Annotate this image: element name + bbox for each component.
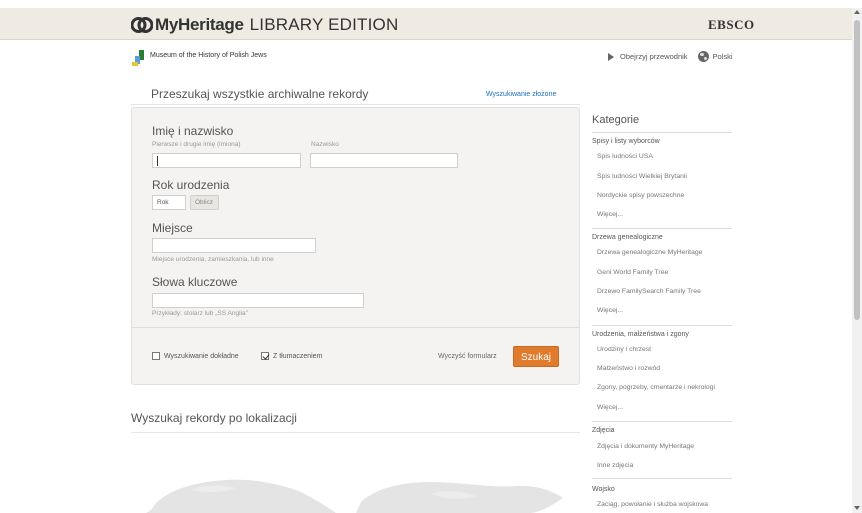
category-more-link[interactable]: Więcej... [597, 307, 623, 314]
museum-name: Museum of the History of Polish Jews [150, 52, 267, 59]
place-input[interactable] [152, 238, 316, 253]
advanced-search-link[interactable]: Wyszukiwanie złożone [486, 91, 556, 98]
location-divider [131, 432, 580, 433]
sidebar-divider [592, 325, 732, 326]
category-more-link[interactable]: Więcej... [597, 211, 623, 218]
text-caret [157, 156, 158, 166]
category-heading[interactable]: Wojsko [592, 486, 615, 493]
birth-year-input[interactable]: Rok [152, 195, 186, 210]
category-link[interactable]: Spis ludności USA [597, 153, 653, 160]
translate-checkbox[interactable]: Z tłumaczeniem [261, 352, 322, 360]
category-link[interactable]: Geni World Family Tree [597, 269, 668, 276]
myheritage-logo[interactable]: MyHeritage LIBRARY EDITION [131, 14, 398, 36]
search-button[interactable]: Szukaj [513, 346, 559, 367]
last-name-hint: Nazwisko [311, 141, 339, 148]
category-more-link[interactable]: Więcej... [597, 404, 623, 411]
keywords-hint: Przykłady: stolarz lub „SS Anglia” [152, 310, 248, 317]
location-search-title: Wyszukaj rekordy po lokalizacji [131, 411, 297, 425]
first-name-input[interactable] [152, 153, 301, 168]
ebsco-logo: EBSCO [708, 17, 755, 32]
form-divider [132, 327, 579, 328]
last-name-input[interactable] [310, 153, 458, 168]
category-link[interactable]: Małżeństwo i rozwód [597, 365, 660, 372]
place-hint: Miejsce urodzenia, zamieszkania, lub inn… [152, 256, 274, 263]
world-map[interactable] [131, 470, 580, 513]
category-link[interactable]: Urodziny i chrzest [597, 346, 651, 353]
category-link[interactable]: Zdjęcia i dokumenty MyHeritage [597, 443, 694, 450]
search-title: Przeszukaj wszystkie archiwalne rekordy [151, 87, 369, 101]
museum-logo-icon [132, 50, 144, 66]
name-section-label: Imię i nazwisko [152, 124, 234, 138]
scroll-thumb[interactable] [854, 20, 860, 320]
exact-search-checkbox[interactable]: Wyszukiwanie dokładne [152, 352, 239, 360]
play-icon [608, 52, 614, 61]
brand-name: MyHeritage [155, 15, 244, 34]
search-form: Imię i nazwisko Pierwsze i drugie imię (… [131, 107, 580, 385]
place-label: Miejsce [152, 221, 193, 235]
sidebar-divider [592, 421, 732, 422]
app-header: MyHeritage LIBRARY EDITION EBSCO [0, 8, 852, 40]
guide-label: Obejrzyj przewodnik [620, 52, 688, 61]
page-scrollbar[interactable] [852, 8, 862, 513]
globe-icon [697, 51, 709, 62]
keywords-label: Słowa kluczowe [152, 275, 238, 289]
translate-box[interactable] [261, 352, 269, 360]
edition-label: LIBRARY EDITION [249, 15, 399, 34]
category-heading[interactable]: Spisy i listy wyborców [592, 138, 660, 145]
calculate-button[interactable]: Oblicz [190, 195, 219, 210]
scroll-down-arrow-icon[interactable] [854, 506, 860, 510]
myheritage-logo-icon [131, 17, 153, 33]
guide-link[interactable]: Obejrzyj przewodnik Polski [608, 51, 733, 62]
category-heading[interactable]: Drzewa genealogiczne [592, 234, 663, 241]
categories-title: Kategorie [592, 114, 640, 126]
birth-year-label: Rok urodzenia [152, 178, 230, 192]
translate-label: Z tłumaczeniem [273, 352, 323, 360]
exact-search-label: Wyszukiwanie dokładne [164, 352, 239, 360]
title-divider [131, 104, 580, 105]
clear-form-link[interactable]: Wyczyść formularz [438, 353, 497, 360]
category-link[interactable]: Inne zdjęcia [597, 462, 633, 469]
sub-bar: Museum of the History of Polish Jews Obe… [131, 46, 741, 70]
category-heading[interactable]: Zdjęcia [592, 427, 615, 434]
sidebar-divider [592, 132, 732, 133]
language-label: Polski [712, 52, 733, 61]
sidebar-divider [592, 228, 732, 229]
scroll-up-arrow-icon[interactable] [854, 10, 860, 14]
sidebar-divider [592, 478, 732, 479]
exact-search-box[interactable] [152, 352, 160, 360]
category-link[interactable]: Drzewa genealogiczne MyHeritage [597, 249, 702, 256]
category-link[interactable]: Nordyckie spisy powszechne [597, 192, 684, 199]
first-name-hint: Pierwsze i drugie imię (imiona) [152, 141, 241, 148]
category-link[interactable]: Spis ludności Wielkiej Brytanii [597, 173, 687, 180]
category-link[interactable]: Drzewo FamilySearch Family Tree [597, 288, 701, 295]
keywords-input[interactable] [152, 293, 364, 308]
category-link[interactable]: Zgony, pogrzeby, cmentarze i nekrologi [597, 384, 715, 391]
museum-badge: Museum of the History of Polish Jews [131, 50, 267, 66]
language-selector[interactable]: Polski [697, 51, 733, 62]
category-link[interactable]: Zaciąg, powołanie i służba wojskowa [597, 501, 708, 508]
category-heading[interactable]: Urodzenia, małżeństwa i zgony [592, 331, 689, 338]
